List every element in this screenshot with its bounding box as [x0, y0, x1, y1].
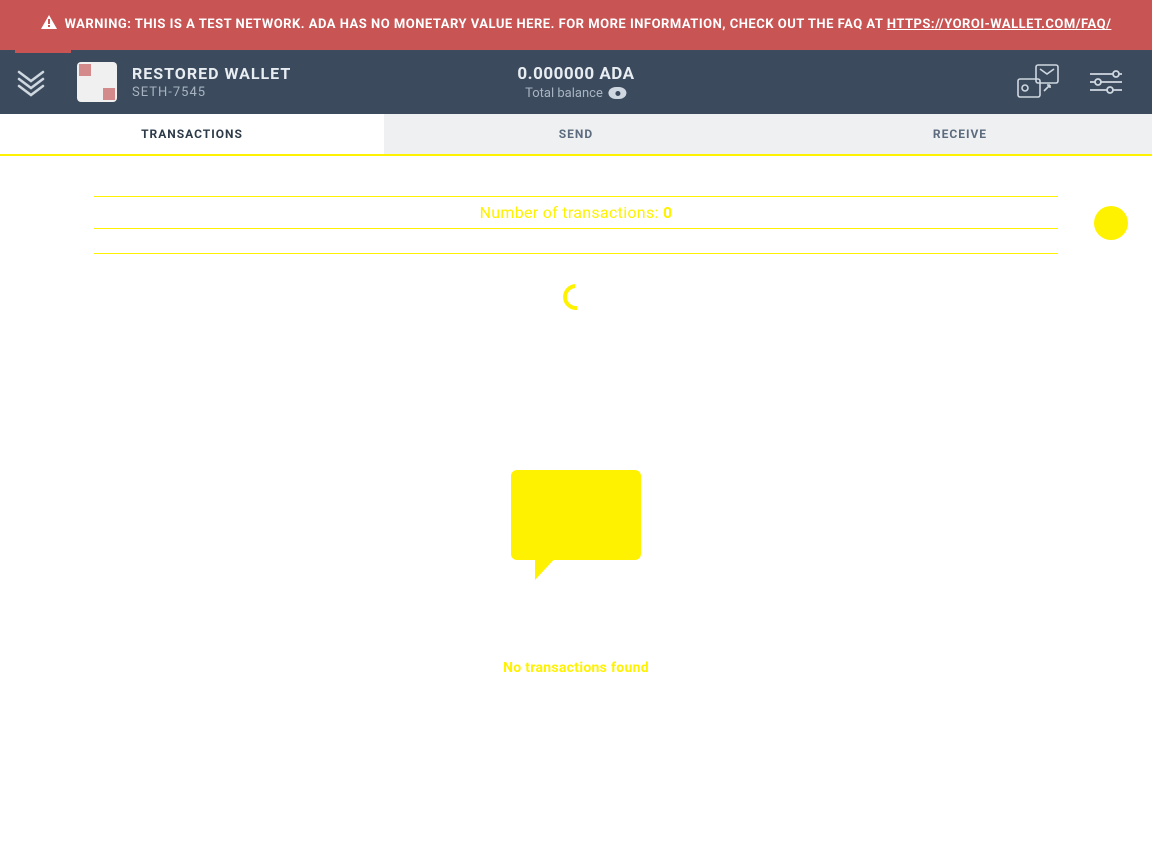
transaction-count-value: 0 [663, 203, 672, 222]
speech-bubble-icon [511, 470, 641, 560]
yoroi-logo-icon[interactable] [15, 66, 47, 98]
warning-text-prefix: WARNING: THIS IS A TEST NETWORK. ADA HAS… [65, 17, 887, 32]
export-fab-button[interactable] [1094, 206, 1128, 240]
warning-triangle-icon [41, 15, 57, 36]
wallet-info: RESTORED WALLET SETH-7545 [132, 64, 291, 100]
wallet-name: RESTORED WALLET [132, 64, 291, 83]
tab-receive[interactable]: RECEIVE [768, 114, 1152, 154]
balance-label: Total balance [525, 86, 603, 101]
header-actions [1016, 63, 1122, 101]
transaction-count-label: Number of transactions: [480, 203, 663, 222]
wallet-identicon [77, 62, 117, 102]
wallet-subtitle: SETH-7545 [132, 85, 291, 100]
wallet-header-bar: RESTORED WALLET SETH-7545 0.000000 ADA T… [0, 50, 1152, 114]
transactions-content: Number of transactions: 0 No transaction… [0, 156, 1152, 716]
divider [94, 253, 1058, 254]
balance-amount: 0.000000 ADA [517, 64, 634, 84]
empty-state-text: No transactions found [503, 660, 649, 676]
settings-sliders-icon[interactable] [1090, 70, 1122, 94]
balance-area: 0.000000 ADA Total balance [517, 64, 634, 101]
eye-icon[interactable] [609, 87, 627, 99]
test-network-warning-banner: WARNING: THIS IS A TEST NETWORK. ADA HAS… [0, 0, 1152, 50]
header-accent-strip [15, 50, 71, 53]
wallet-tabs: TRANSACTIONS SEND RECEIVE [0, 114, 1152, 156]
empty-state: No transactions found [48, 470, 1104, 676]
faq-link[interactable]: HTTPS://YOROI-WALLET.COM/FAQ/ [887, 17, 1112, 32]
tab-send[interactable]: SEND [384, 114, 768, 154]
wallet-transfer-icon[interactable] [1016, 63, 1060, 101]
loading-spinner-icon [558, 279, 595, 316]
tab-transactions[interactable]: TRANSACTIONS [0, 114, 384, 154]
warning-text: WARNING: THIS IS A TEST NETWORK. ADA HAS… [65, 15, 1112, 35]
balance-label-row: Total balance [525, 86, 627, 101]
transaction-count-row: Number of transactions: 0 [94, 196, 1058, 229]
